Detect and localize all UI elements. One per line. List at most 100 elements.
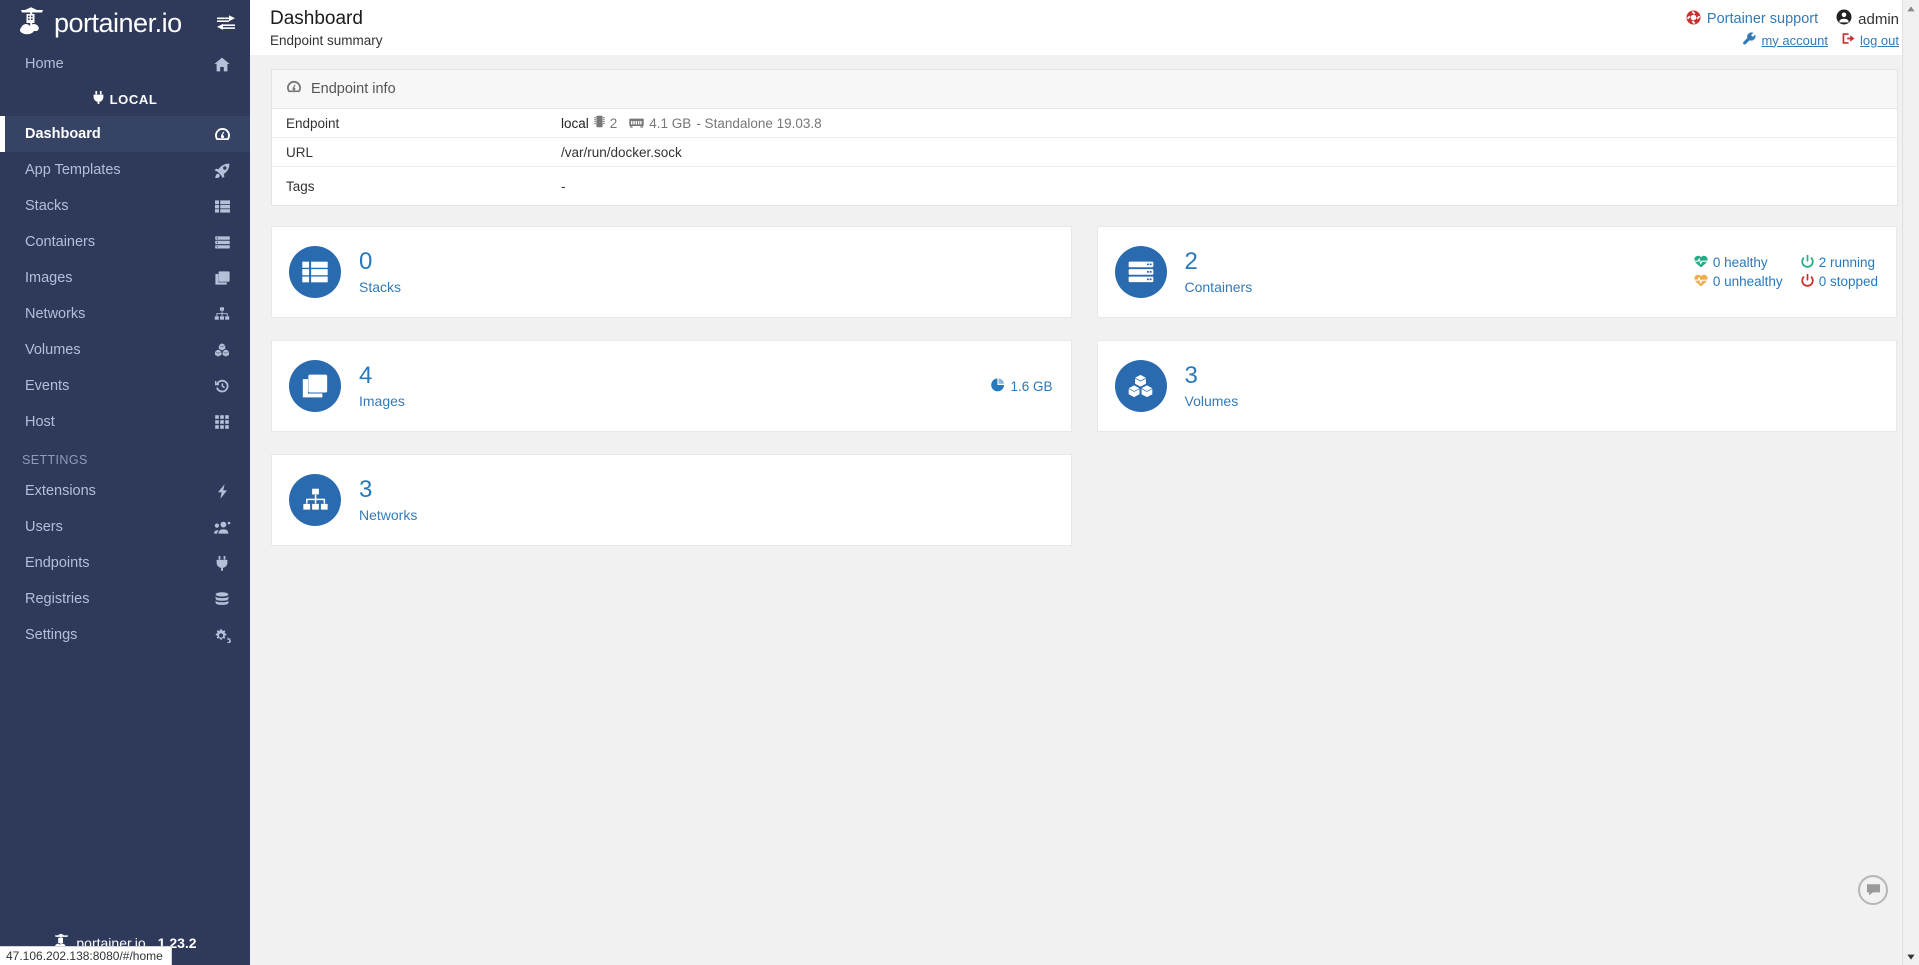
networks-icon bbox=[289, 474, 341, 526]
server-icon bbox=[212, 235, 232, 249]
images-count: 4 bbox=[359, 362, 373, 390]
sidebar-item-label: Settings bbox=[25, 627, 78, 643]
stacks-icon bbox=[289, 246, 341, 298]
main-content: Dashboard Endpoint summary Portainer sup… bbox=[250, 0, 1919, 965]
page-title: Dashboard bbox=[270, 8, 363, 29]
sidebar-item-extensions[interactable]: Extensions bbox=[0, 473, 250, 509]
dashboard-cards-grid: 0 Stacks 4 Images 1.6 GB 3 Networks 2 Co… bbox=[271, 226, 1898, 568]
sidebar-item-label: Volumes bbox=[25, 342, 81, 358]
scroll-down-arrow-icon[interactable] bbox=[1902, 948, 1919, 965]
sidebar-item-host[interactable]: Host bbox=[0, 404, 250, 440]
page-title-block: Dashboard Endpoint summary bbox=[270, 7, 383, 48]
containers-count: 2 bbox=[1184, 248, 1198, 276]
sidebar-item-networks[interactable]: Networks bbox=[0, 296, 250, 332]
sidebar-item-events[interactable]: Events bbox=[0, 368, 250, 404]
networks-card[interactable]: 3 Networks bbox=[271, 454, 1072, 546]
stacks-card[interactable]: 0 Stacks bbox=[271, 226, 1072, 318]
sidebar-item-label: Endpoints bbox=[25, 555, 90, 571]
my-account-link[interactable]: my account bbox=[1761, 33, 1827, 48]
sidebar-item-dashboard[interactable]: Dashboard bbox=[0, 116, 250, 152]
logo-text: portainer.io bbox=[54, 7, 182, 38]
sidebar-endpoint-title: LOCAL bbox=[0, 82, 250, 116]
containers-card[interactable]: 2 Containers 0 healthy 2 running 0 unhea… bbox=[1096, 226, 1897, 318]
sidebar-item-label: Extensions bbox=[25, 483, 96, 499]
images-card[interactable]: 4 Images 1.6 GB bbox=[271, 340, 1072, 432]
sidebar-item-label: Host bbox=[25, 414, 55, 430]
volumes-label: Volumes bbox=[1184, 392, 1239, 409]
clone-icon bbox=[212, 271, 232, 285]
logout-link[interactable]: log out bbox=[1860, 33, 1899, 48]
volumes-count: 3 bbox=[1184, 362, 1198, 390]
endpoint-row-value: local 2 4.1 GB - Standalone 19.03.8 bbox=[561, 115, 822, 131]
volumes-card[interactable]: 3 Volumes bbox=[1096, 340, 1897, 432]
sidebar-item-registries[interactable]: Registries bbox=[0, 581, 250, 617]
sidebar-item-users[interactable]: Users bbox=[0, 509, 250, 545]
heartbeat-icon bbox=[1694, 255, 1708, 271]
tachometer-icon bbox=[286, 80, 302, 98]
th-icon bbox=[212, 415, 232, 429]
images-size-area: 1.6 GB bbox=[991, 378, 1053, 395]
list-icon bbox=[212, 199, 232, 213]
plug-icon bbox=[212, 555, 232, 571]
url-row-value: /var/run/docker.sock bbox=[561, 144, 682, 160]
plug-icon bbox=[93, 91, 104, 107]
page-scrollbar[interactable] bbox=[1902, 0, 1919, 965]
containers-running-status: 2 running bbox=[1801, 254, 1878, 271]
endpoint-info-title: Endpoint info bbox=[311, 81, 396, 97]
sidebar-item-label: Home bbox=[25, 56, 64, 72]
sidebar-item-volumes[interactable]: Volumes bbox=[0, 332, 250, 368]
sidebar-item-label: Networks bbox=[25, 306, 86, 322]
lifebuoy-icon bbox=[1686, 10, 1701, 29]
sidebar-logo[interactable]: portainer.io bbox=[0, 0, 250, 46]
sidebar-item-label: Registries bbox=[25, 591, 90, 607]
portainer-support-link[interactable]: Portainer support bbox=[1707, 11, 1818, 27]
tags-row: Tags - bbox=[272, 167, 1897, 205]
memory-total: 4.1 GB bbox=[649, 115, 692, 131]
tachometer-icon bbox=[212, 127, 232, 142]
dashboard-content: Endpoint info Endpoint local 2 4.1 GB - … bbox=[250, 55, 1919, 568]
chat-bubble-icon[interactable] bbox=[1858, 875, 1888, 905]
power-icon bbox=[1801, 273, 1814, 290]
cogs-icon bbox=[212, 628, 232, 643]
containers-healthy-status: 0 healthy bbox=[1694, 255, 1783, 271]
images-icon bbox=[289, 360, 341, 412]
cards-column-right: 2 Containers 0 healthy 2 running 0 unhea… bbox=[1096, 226, 1897, 568]
collapse-sidebar-icon[interactable] bbox=[216, 15, 236, 31]
sidebar-endpoint-label: LOCAL bbox=[109, 91, 158, 107]
networks-label: Networks bbox=[359, 506, 418, 523]
sidebar-item-label: Images bbox=[25, 270, 73, 286]
sidebar-item-home[interactable]: Home bbox=[0, 46, 250, 82]
cpu-count: 2 bbox=[609, 115, 618, 131]
user-name: admin bbox=[1858, 10, 1899, 28]
memory-icon bbox=[629, 116, 644, 131]
url-row-key: URL bbox=[286, 144, 314, 160]
sidebar-item-settings[interactable]: Settings bbox=[0, 617, 250, 653]
rocket-icon bbox=[212, 163, 232, 178]
sidebar-item-label: Containers bbox=[25, 234, 96, 250]
sidebar-item-label: App Templates bbox=[25, 162, 121, 178]
sidebar-item-stacks[interactable]: Stacks bbox=[0, 188, 250, 224]
sidebar-item-label: Users bbox=[25, 519, 63, 535]
scroll-up-arrow-icon[interactable] bbox=[1902, 0, 1919, 17]
sidebar-item-containers[interactable]: Containers bbox=[0, 224, 250, 260]
sign-out-icon bbox=[1842, 32, 1855, 48]
containers-running-label: 2 running bbox=[1818, 255, 1875, 270]
containers-icon bbox=[1114, 246, 1167, 298]
wrench-icon bbox=[1743, 32, 1756, 48]
containers-stopped-label: 0 stopped bbox=[1818, 274, 1878, 289]
sidebar-item-app-templates[interactable]: App Templates bbox=[0, 152, 250, 188]
endpoint-row: Endpoint local 2 4.1 GB - Standalone 19.… bbox=[272, 109, 1897, 138]
scrollbar-thumb[interactable] bbox=[1902, 17, 1919, 31]
sidebar-item-endpoints[interactable]: Endpoints bbox=[0, 545, 250, 581]
page-subtitle: Endpoint summary bbox=[270, 32, 383, 48]
volumes-icon bbox=[1114, 360, 1167, 412]
tags-row-key: Tags bbox=[286, 178, 315, 194]
containers-label: Containers bbox=[1184, 278, 1253, 295]
networks-count: 3 bbox=[359, 476, 373, 504]
sidebar-item-images[interactable]: Images bbox=[0, 260, 250, 296]
docker-engine-version: - Standalone 19.03.8 bbox=[696, 115, 822, 131]
images-label: Images bbox=[359, 392, 405, 409]
users-icon bbox=[212, 521, 232, 534]
microchip-icon bbox=[594, 115, 605, 131]
containers-unhealthy-status: 0 unhealthy bbox=[1694, 274, 1783, 290]
